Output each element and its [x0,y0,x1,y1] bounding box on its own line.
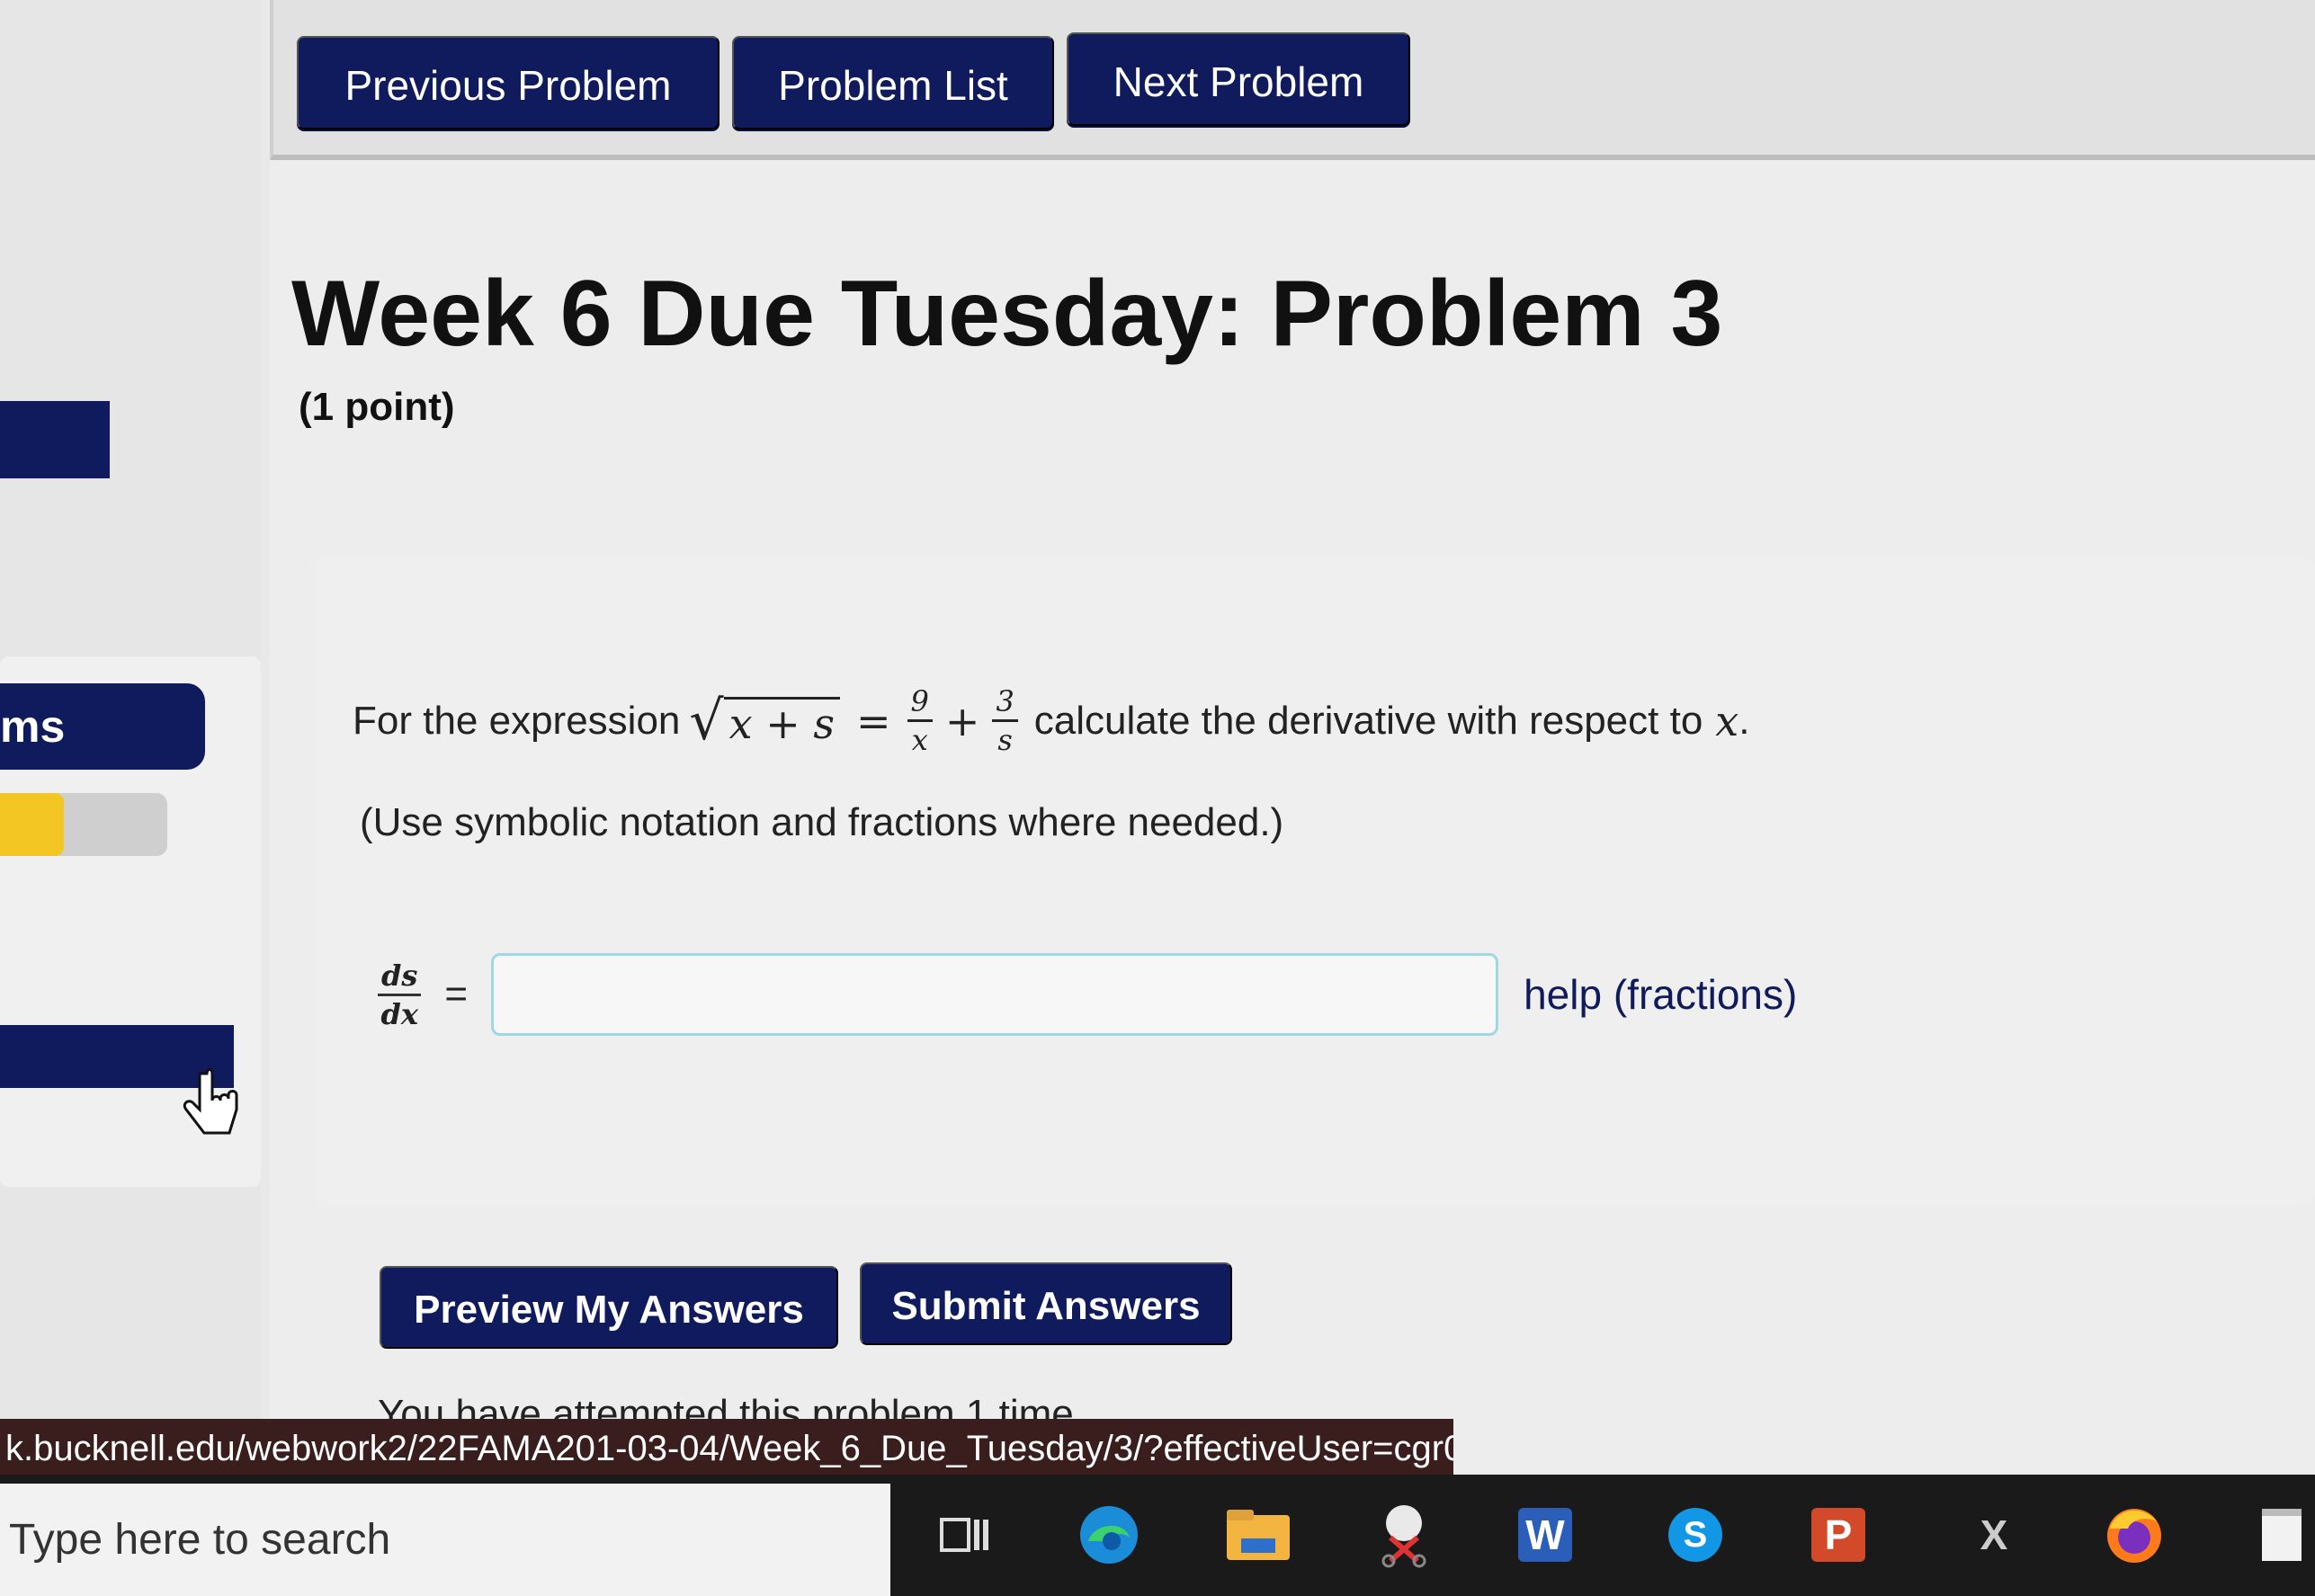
statement-period: . [1738,698,1750,743]
windows-taskbar: Type here to search W S P X [0,1475,2315,1596]
taskbar-search-input[interactable]: Type here to search [0,1484,890,1596]
derivative-label: ds dx [378,958,422,1032]
snip-icon[interactable] [1371,1502,1437,1568]
sqrt-expression: √ x + s [689,694,840,748]
submit-answers-button[interactable]: Submit Answers [860,1262,1232,1345]
previous-problem-button[interactable]: Previous Problem [297,36,720,129]
help-fractions-link[interactable]: help (fractions) [1524,970,1797,1019]
page-title: Week 6 Due Tuesday: Problem 3 [291,262,1723,366]
file-explorer-icon[interactable] [1225,1502,1292,1568]
equals-sign: = [855,696,891,745]
preview-answers-button[interactable]: Preview My Answers [380,1266,838,1349]
edge-icon[interactable] [1076,1502,1142,1568]
progress-bar [0,793,167,856]
task-view-icon[interactable] [932,1502,998,1568]
notepad-icon[interactable] [2248,1502,2315,1568]
excel-icon[interactable]: X [1961,1502,2027,1568]
answer-equals-sign: = [444,972,469,1016]
problem-statement: For the expression √ x + s = 9 x + 3 s c… [353,683,1749,758]
fraction-denominator: x [911,723,928,757]
word-icon[interactable]: W [1518,1508,1572,1562]
sidebar-nav-item[interactable] [0,401,110,478]
powerpoint-icon[interactable]: P [1811,1508,1865,1562]
fraction-3-over-s: 3 s [992,683,1018,758]
derivative-denominator: dx [380,996,418,1031]
plus-sign: + [944,696,980,745]
answer-input[interactable] [491,953,1499,1036]
skype-icon[interactable]: S [1662,1502,1729,1568]
notation-hint: (Use symbolic notation and fractions whe… [360,800,1284,844]
fraction-denominator: s [997,723,1013,757]
problem-panel [315,557,2315,1205]
statement-prefix: For the expression [353,698,681,743]
firefox-icon[interactable] [2101,1502,2168,1568]
answer-row: ds dx = help (fractions) [378,953,1797,1036]
fraction-9-over-x: 9 x [907,683,933,758]
status-bar-url: k.bucknell.edu/webwork2/22FAMA201-03-04/… [0,1419,1453,1478]
derivative-numerator: ds [378,958,422,996]
sidebar-nav-problems[interactable]: ms [0,683,205,770]
fraction-numerator: 3 [992,683,1018,722]
variable-x: x [1715,696,1739,745]
problem-list-button[interactable]: Problem List [732,36,1054,129]
next-problem-button[interactable]: Next Problem [1067,32,1410,126]
statement-suffix: calculate the derivative with respect to [1033,698,1703,743]
sqrt-body: x + s [723,696,840,748]
progress-bar-fill [0,793,64,856]
sidebar-nav-label: ms [0,701,66,752]
problem-points: (1 point) [299,385,455,429]
fraction-numerator: 9 [907,683,933,722]
hand-cursor-icon [183,1068,238,1135]
svg-text:S: S [1684,1515,1708,1555]
